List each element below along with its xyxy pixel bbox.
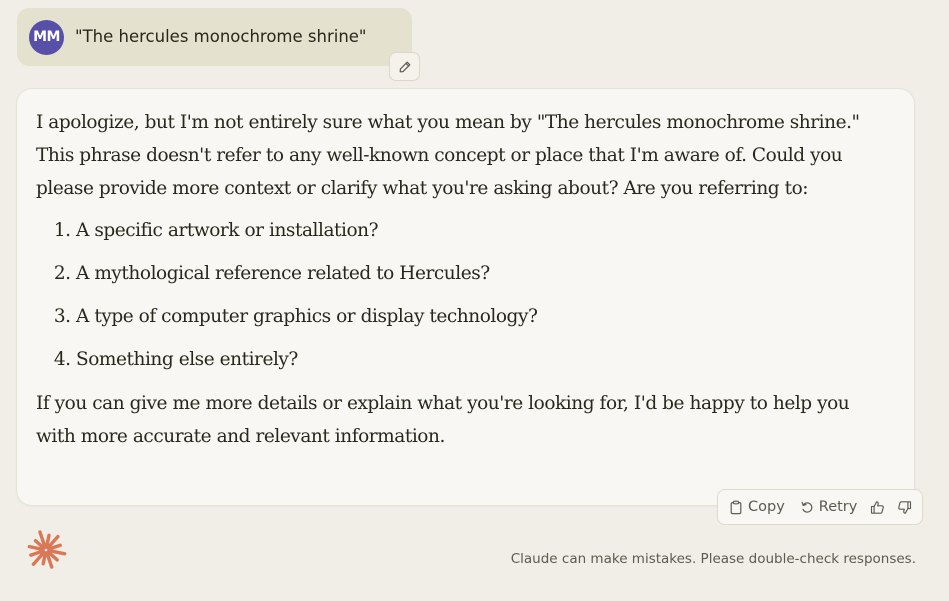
user-avatar: MM bbox=[29, 20, 64, 55]
pencil-icon bbox=[399, 61, 410, 72]
assistant-response-card: I apologize, but I'm not entirely sure w… bbox=[16, 88, 915, 506]
user-message-bubble: MM "The hercules monochrome shrine" bbox=[17, 8, 412, 66]
thumbs-up-icon bbox=[871, 500, 885, 514]
retry-label: Retry bbox=[818, 499, 858, 515]
assistant-response-text: I apologize, but I'm not entirely sure w… bbox=[36, 106, 876, 453]
edit-message-button[interactable] bbox=[389, 52, 420, 81]
list-item: Something else entirely? bbox=[76, 338, 876, 381]
disclaimer-text: Claude can make mistakes. Please double-… bbox=[510, 551, 916, 567]
undo-icon bbox=[801, 501, 813, 513]
response-closing: If you can give me more details or expla… bbox=[36, 393, 850, 447]
message-action-bar: Copy Retry bbox=[717, 489, 923, 525]
user-message-text: "The hercules monochrome shrine" bbox=[75, 27, 367, 46]
thumbs-down-icon bbox=[898, 500, 912, 514]
thumbs-down-button[interactable] bbox=[897, 500, 912, 515]
thumbs-up-button[interactable] bbox=[870, 500, 885, 515]
claude-starburst-logo bbox=[27, 530, 67, 569]
response-intro: I apologize, but I'm not entirely sure w… bbox=[36, 112, 860, 199]
list-item: A specific artwork or installation? bbox=[76, 209, 876, 252]
copy-button[interactable]: Copy bbox=[729, 499, 785, 515]
list-item: A type of computer graphics or display t… bbox=[76, 295, 876, 338]
copy-label: Copy bbox=[748, 499, 785, 515]
list-item: A mythological reference related to Herc… bbox=[76, 252, 876, 295]
retry-button[interactable]: Retry bbox=[800, 499, 858, 515]
clipboard-icon bbox=[730, 500, 742, 514]
response-options-list: A specific artwork or installation? A my… bbox=[36, 209, 876, 381]
